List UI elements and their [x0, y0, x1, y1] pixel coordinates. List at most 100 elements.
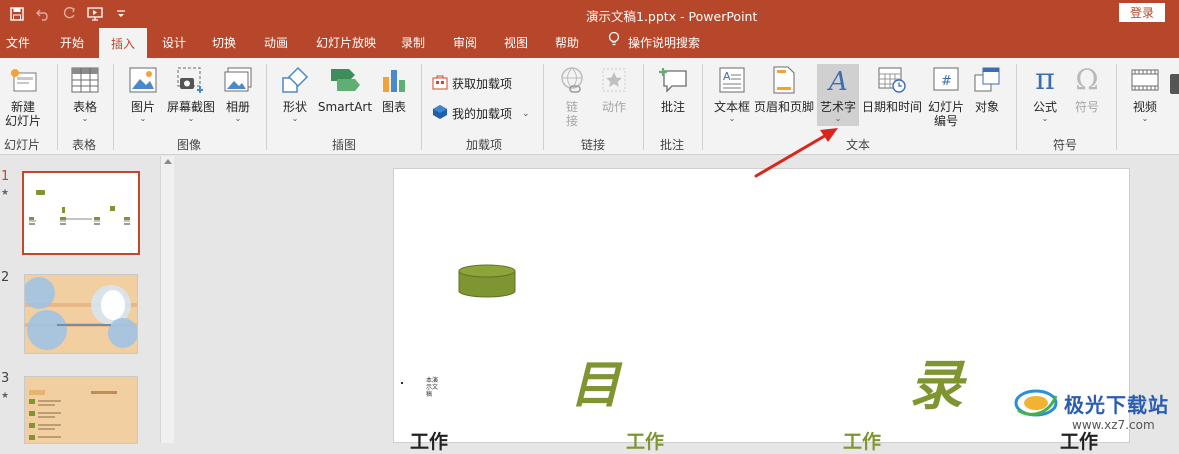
group-label-images: 图像 [177, 138, 202, 152]
customize-qat-icon[interactable] [110, 3, 132, 25]
watermark-logo-icon [1014, 389, 1058, 417]
video-button[interactable]: 视频 ⌄ [1127, 64, 1163, 124]
slide-thumbnail-1[interactable] [22, 171, 140, 255]
shapes-icon [279, 64, 311, 96]
date-time-button[interactable]: 日期和时间 [861, 64, 923, 114]
svg-text:A: A [723, 70, 731, 83]
svg-text:A: A [827, 67, 848, 94]
tell-me-label: 操作说明搜索 [628, 36, 701, 50]
tab-record[interactable]: 录制 [401, 28, 425, 58]
speaker-icon [1170, 74, 1179, 94]
tab-insert[interactable]: 插入 [99, 28, 148, 58]
tab-animations[interactable]: 动画 [264, 28, 288, 58]
table-icon [69, 64, 101, 96]
new-slide-button[interactable]: 新建 幻灯片 [0, 64, 46, 128]
header-footer-button[interactable]: 页眉和页脚 [753, 64, 815, 114]
smartart-button[interactable]: SmartArt [317, 64, 373, 114]
link-icon [556, 64, 588, 96]
tab-review[interactable]: 审阅 [453, 28, 477, 58]
chart-button[interactable]: 图表 [377, 64, 411, 114]
comment-button[interactable]: 批注 [656, 64, 690, 114]
my-addins-label: 我的加载项 [452, 107, 513, 121]
video-icon [1129, 64, 1161, 96]
small-text-box[interactable]: 本演 示文 稿 [426, 377, 438, 398]
wordart-button[interactable]: A 艺术字 ⌄ [817, 64, 859, 126]
thumbnail-number: 3 [1, 371, 10, 386]
equation-label: 公式 [1032, 100, 1057, 114]
group-label-links: 链接 [581, 138, 606, 152]
tab-file[interactable]: 文件 [6, 28, 30, 58]
present-from-start-icon[interactable] [84, 3, 106, 25]
photo-album-icon [222, 64, 254, 96]
undo-icon[interactable] [32, 3, 54, 25]
picture-button[interactable]: 图片 ⌄ [122, 64, 164, 124]
table-button[interactable]: 表格 ⌄ [66, 64, 104, 124]
chevron-down-icon: ⌄ [139, 114, 147, 123]
chevron-down-icon: ⌄ [234, 114, 242, 123]
wordart-char-mu[interactable]: 目 [570, 345, 620, 417]
tab-view[interactable]: 视图 [504, 28, 528, 58]
object-button[interactable]: 对象 [970, 64, 1004, 114]
save-icon[interactable] [6, 3, 28, 25]
slide-thumbnail-2[interactable] [24, 274, 138, 354]
cylinder-shape[interactable] [458, 264, 516, 298]
my-addins-icon [432, 104, 448, 123]
chevron-down-icon: ⌄ [187, 114, 195, 123]
small-dot [401, 382, 403, 384]
tab-slideshow[interactable]: 幻灯片放映 [316, 28, 376, 58]
slide-number-button[interactable]: # 幻灯片 编号 [923, 64, 969, 128]
audio-button-partial[interactable] [1170, 68, 1179, 128]
group-separator [266, 64, 267, 150]
equation-button[interactable]: π 公式 ⌄ [1028, 64, 1062, 124]
video-label: 视频 [1132, 100, 1157, 114]
object-icon [971, 64, 1003, 96]
group-separator [1016, 64, 1017, 150]
screenshot-button[interactable]: 屏幕截图 ⌄ [164, 64, 218, 124]
textbox-button[interactable]: A 文本框 ⌄ [711, 64, 753, 124]
thumbnail-number: 1 [1, 169, 10, 184]
group-separator [702, 64, 703, 150]
login-button[interactable]: 登录 [1119, 3, 1165, 22]
chart-icon [378, 64, 410, 96]
calendar-clock-icon [876, 64, 908, 96]
chevron-down-icon: ⌄ [522, 108, 530, 119]
work-label-2[interactable]: 工作 [626, 427, 664, 454]
group-separator [643, 64, 644, 150]
tab-home[interactable]: 开始 [60, 28, 84, 58]
my-addins-button[interactable]: 我的加载项 ⌄ [432, 104, 530, 123]
tell-me-search[interactable]: 操作说明搜索 [608, 28, 700, 58]
new-slide-icon [7, 64, 39, 96]
work-label-1[interactable]: 工作 [410, 427, 448, 454]
shapes-button[interactable]: 形状 ⌄ [276, 64, 314, 124]
tab-design[interactable]: 设计 [162, 28, 186, 58]
symbol-button[interactable]: Ω 符号 [1070, 63, 1104, 115]
object-label: 对象 [974, 100, 999, 114]
get-addins-button[interactable]: 获取加载项 [432, 74, 512, 93]
screenshot-label: 屏幕截图 [166, 100, 215, 114]
star-action-icon [598, 64, 630, 96]
lightbulb-icon [608, 28, 620, 58]
tab-help[interactable]: 帮助 [555, 28, 579, 58]
work-label-3[interactable]: 工作 [843, 427, 881, 454]
wordart-char-lu[interactable]: 录 [909, 341, 963, 420]
animation-star-icon: ★ [1, 391, 10, 401]
smartart-icon [329, 64, 361, 96]
redo-icon[interactable] [58, 3, 80, 25]
group-label-slides: 幻灯片 [4, 138, 41, 152]
smartart-label: SmartArt [317, 100, 373, 114]
action-button[interactable]: 动作 [597, 64, 631, 114]
omega-icon: Ω [1075, 63, 1099, 96]
scroll-up-icon[interactable] [164, 159, 172, 164]
slide-thumbnail-3[interactable] [24, 376, 138, 444]
header-footer-label: 页眉和页脚 [753, 100, 814, 114]
thumbnail-number: 2 [1, 270, 10, 285]
thumbnail-scrollbar[interactable] [160, 156, 174, 443]
album-button[interactable]: 相册 ⌄ [219, 64, 257, 124]
new-slide-label: 新建 幻灯片 [4, 100, 41, 128]
group-label-addins: 加载项 [466, 138, 503, 152]
tab-transitions[interactable]: 切换 [212, 28, 236, 58]
wordart-label: 艺术字 [819, 100, 856, 114]
chevron-down-icon: ⌄ [291, 114, 299, 123]
link-button[interactable]: 链 接 [555, 64, 589, 128]
textbox-icon: A [716, 64, 748, 96]
